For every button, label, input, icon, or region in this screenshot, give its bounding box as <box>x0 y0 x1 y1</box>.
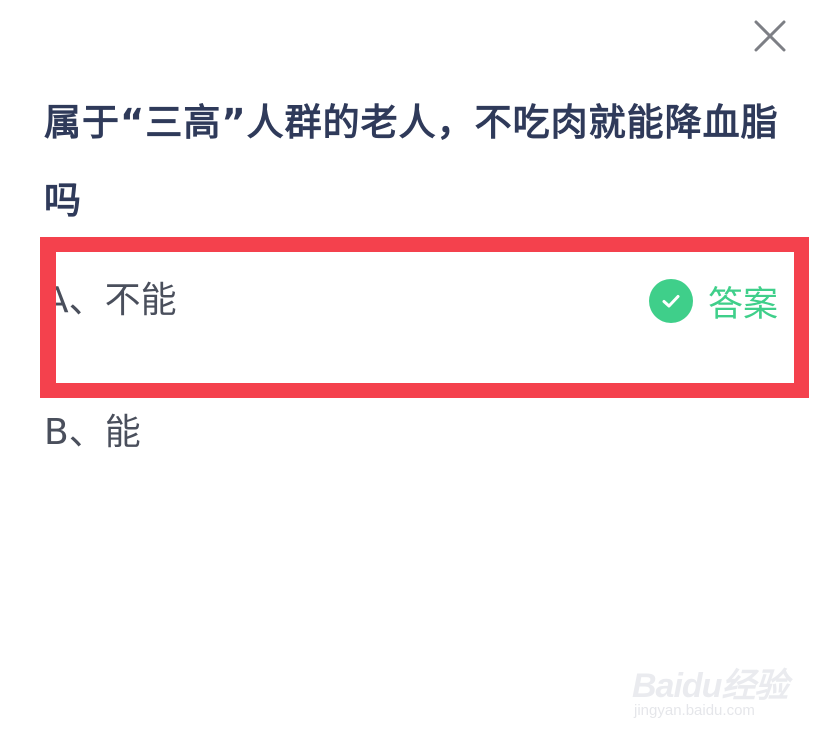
watermark-url: jingyan.baidu.com <box>634 702 755 719</box>
baidu-jingyan-watermark: Baidu经验 jingyan.baidu.com <box>632 650 812 725</box>
watermark-logo: Baidu经验 <box>632 667 788 705</box>
option-b[interactable]: B、能 <box>44 408 344 458</box>
close-icon <box>754 20 786 52</box>
answer-highlight-frame <box>40 237 809 398</box>
close-button[interactable] <box>748 14 792 58</box>
question-title: 属于“三高”人群的老人，不吃肉就能降血脂吗 <box>44 101 779 222</box>
